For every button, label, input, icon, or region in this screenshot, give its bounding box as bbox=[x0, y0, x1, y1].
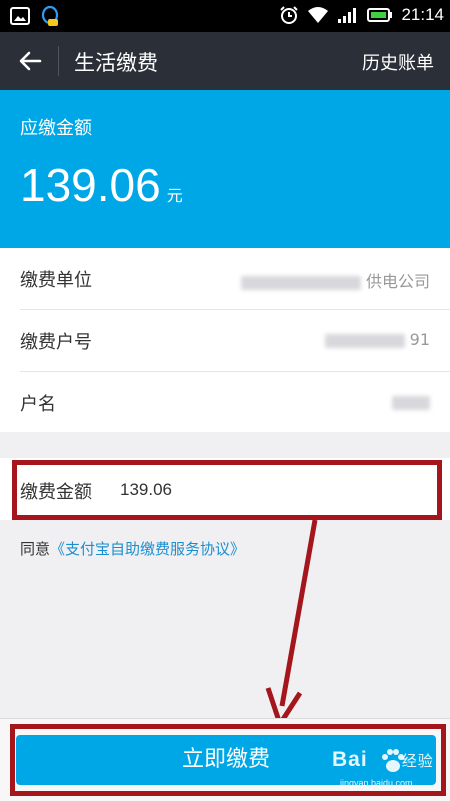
watermark-url: jingyan.baidu.com bbox=[340, 778, 413, 788]
watermark-brand: Bai bbox=[332, 748, 368, 771]
annotation-arrow bbox=[265, 519, 318, 730]
baidu-jingyan-watermark: Bai 经验 jingyan.baidu.com bbox=[292, 744, 444, 794]
baidu-paw-icon bbox=[382, 749, 404, 772]
